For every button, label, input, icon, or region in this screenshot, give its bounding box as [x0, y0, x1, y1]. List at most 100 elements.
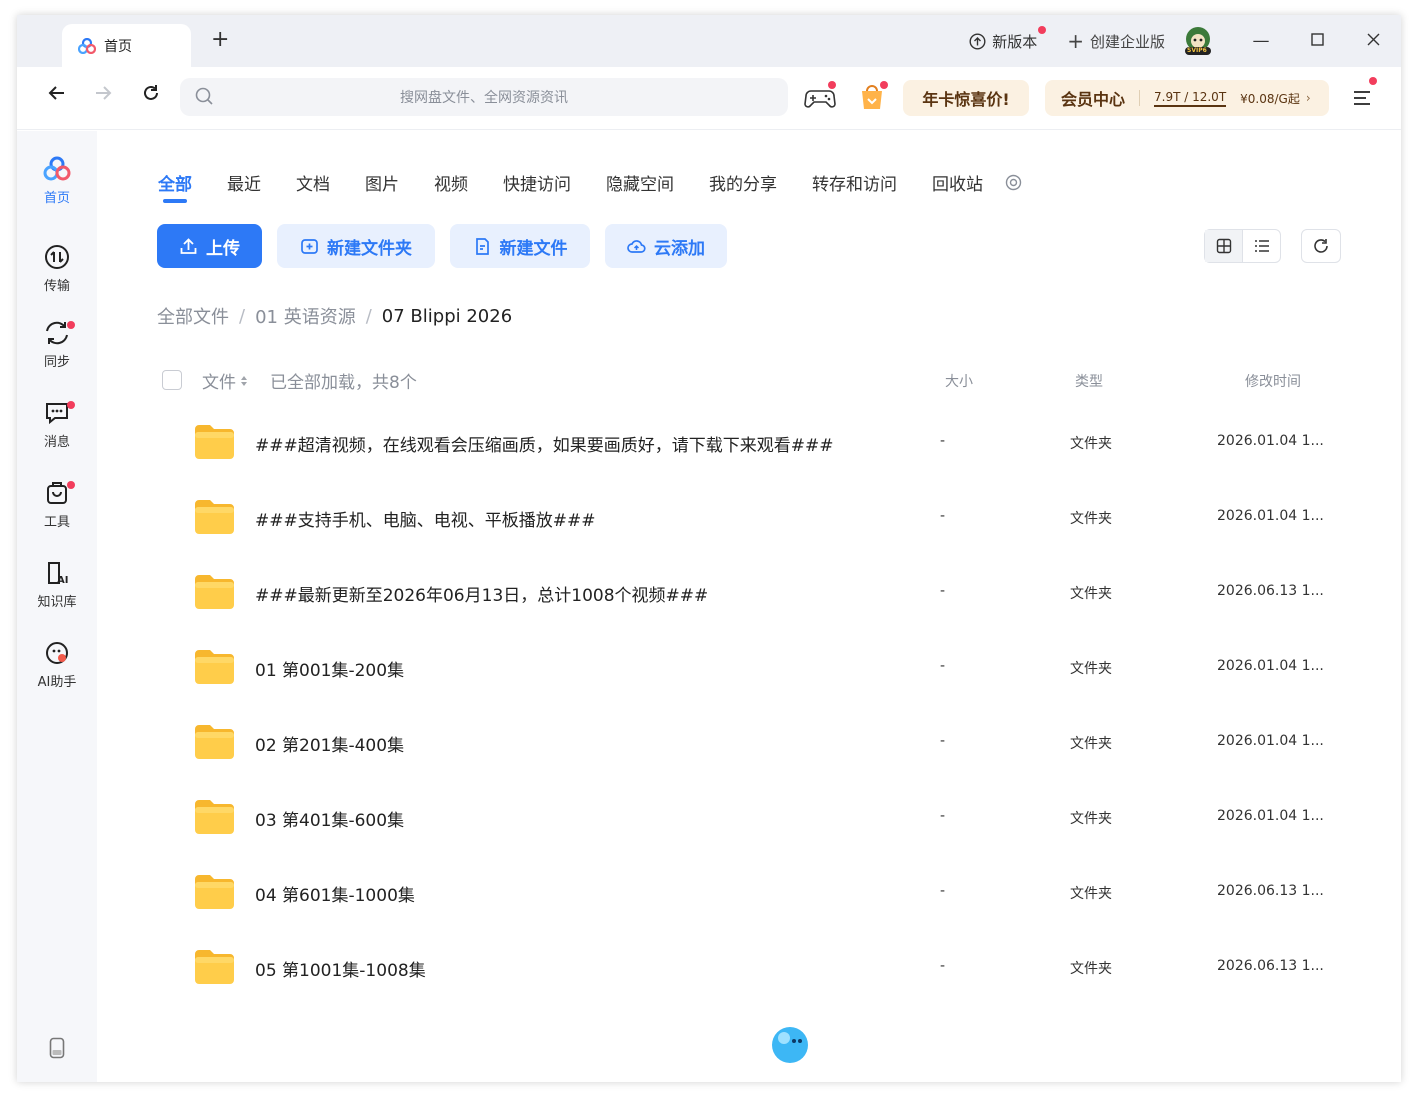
- file-row[interactable]: 02 第201集-400集 - 文件夹 2026.01.04 1...: [157, 723, 1341, 798]
- new-version-button[interactable]: 新版本: [969, 25, 1047, 52]
- tab-home[interactable]: 首页: [62, 24, 191, 67]
- tab-recycle-bin[interactable]: 回收站: [932, 170, 983, 195]
- file-row[interactable]: 04 第601集-1000集 - 文件夹 2026.06.13 1...: [157, 873, 1341, 948]
- file-name[interactable]: 02 第201集-400集: [255, 731, 404, 756]
- new-version-dot: [1038, 25, 1047, 34]
- refresh-icon: [1314, 239, 1328, 253]
- file-name[interactable]: 03 第401集-600集: [255, 806, 404, 831]
- tab-documents[interactable]: 文档: [296, 170, 330, 195]
- file-row[interactable]: ###支持手机、电脑、电视、平板播放### - 文件夹 2026.01.04 1...: [157, 498, 1341, 573]
- select-all-checkbox[interactable]: [162, 370, 182, 390]
- folder-icon: [195, 800, 234, 834]
- breadcrumb-root[interactable]: 全部文件: [157, 303, 229, 329]
- file-name[interactable]: 01 第001集-200集: [255, 656, 404, 681]
- file-modified-time: 2026.06.13 1...: [1217, 958, 1324, 974]
- back-button[interactable]: [47, 83, 67, 109]
- file-name[interactable]: 04 第601集-1000集: [255, 881, 415, 906]
- sidebar-item-knowledge-base[interactable]: AI 知识库: [17, 559, 97, 610]
- tab-all[interactable]: 全部: [158, 170, 192, 203]
- sidebar-item-ai-assistant[interactable]: AI助手: [17, 639, 97, 690]
- file-size: -: [940, 958, 946, 974]
- file-name[interactable]: ###超清视频，在线观看会压缩画质，如果要画质好，请下载下来观看###: [255, 431, 833, 456]
- folder-icon: [195, 950, 234, 984]
- file-type: 文件夹: [1070, 661, 1112, 677]
- folder-icon: [195, 875, 234, 909]
- folder-icon: [195, 725, 234, 759]
- file-name[interactable]: 05 第1001集-1008集: [255, 956, 426, 981]
- close-icon: [1367, 33, 1379, 46]
- breadcrumb-parent[interactable]: 01 英语资源: [255, 303, 356, 329]
- sidebar-item-home[interactable]: 首页: [17, 155, 97, 206]
- file-type: 文件夹: [1070, 511, 1112, 527]
- game-center-button[interactable]: [802, 79, 838, 115]
- mobile-device-icon[interactable]: [49, 1037, 65, 1059]
- tab-settings-icon[interactable]: [1005, 174, 1022, 191]
- file-row[interactable]: ###超清视频，在线观看会压缩画质，如果要画质好，请下载下来观看### - 文件夹 2…: [157, 423, 1341, 498]
- file-name[interactable]: ###最新更新至2026年06月13日，总计1008个视频###: [255, 581, 708, 606]
- upgrade-icon: [969, 32, 986, 50]
- gift-bag-dot: [880, 81, 888, 89]
- create-enterprise-button[interactable]: + 创建企业版: [1067, 29, 1165, 53]
- forward-button[interactable]: [93, 83, 113, 109]
- file-row[interactable]: ###最新更新至2026年06月13日，总计1008个视频### - 文件夹 2026…: [157, 573, 1341, 648]
- file-size: -: [940, 808, 946, 824]
- tab-videos[interactable]: 视频: [434, 170, 468, 195]
- tab-images[interactable]: 图片: [365, 170, 399, 195]
- maximize-button[interactable]: [1289, 31, 1345, 51]
- file-modified-time: 2026.01.04 1...: [1217, 808, 1324, 824]
- cloud-add-label: 云添加: [654, 238, 705, 259]
- cloud-upload-icon: [627, 239, 646, 253]
- upload-button[interactable]: 上传: [157, 224, 262, 268]
- new-folder-label: 新建文件夹: [327, 238, 412, 259]
- tab-transfers-visits[interactable]: 转存和访问: [812, 170, 897, 195]
- new-folder-button[interactable]: 新建文件夹: [277, 224, 435, 268]
- minimize-button[interactable]: —: [1233, 31, 1289, 51]
- file-name[interactable]: ###支持手机、电脑、电视、平板播放###: [255, 506, 595, 531]
- folder-icon: [195, 500, 234, 534]
- avatar[interactable]: SVIP6: [1183, 26, 1213, 56]
- file-modified-time: 2026.01.04 1...: [1217, 733, 1324, 749]
- sort-by-name-button[interactable]: 文件: [202, 368, 248, 393]
- search-placeholder: 搜网盘文件、全网资源资讯: [400, 90, 568, 106]
- tools-dot: [67, 481, 75, 489]
- grid-view-button[interactable]: [1205, 230, 1243, 262]
- tab-home-label: 首页: [104, 38, 132, 55]
- tab-hidden-space[interactable]: 隐藏空间: [606, 170, 674, 195]
- sidebar-item-messages[interactable]: 消息: [17, 399, 97, 450]
- svg-text:AI: AI: [57, 575, 68, 586]
- modified-column-header[interactable]: 修改时间: [1245, 371, 1301, 391]
- cloud-add-button[interactable]: 云添加: [605, 224, 727, 268]
- assistant-mascot-icon[interactable]: [759, 1013, 821, 1075]
- tab-recent[interactable]: 最近: [227, 170, 261, 195]
- sidebar-item-transfer[interactable]: 传输: [17, 243, 97, 294]
- tab-quick-access[interactable]: 快捷访问: [503, 170, 571, 195]
- file-type: 文件夹: [1070, 961, 1112, 977]
- cloud-logo-icon: [78, 37, 96, 54]
- main-menu-button[interactable]: [1351, 77, 1377, 109]
- file-size: -: [940, 733, 946, 749]
- file-row[interactable]: 05 第1001集-1008集 - 文件夹 2026.06.13 1...: [157, 948, 1341, 1023]
- search-bar[interactable]: 搜网盘文件、全网资源资讯: [180, 78, 788, 116]
- sidebar-item-sync[interactable]: 同步: [17, 319, 97, 370]
- close-button[interactable]: [1345, 31, 1401, 51]
- file-list-header: 文件 已全部加载，共8个 大小 类型 修改时间: [157, 364, 1341, 394]
- file-modified-time: 2026.06.13 1...: [1217, 583, 1324, 599]
- new-file-button[interactable]: 新建文件: [450, 224, 590, 268]
- file-row[interactable]: 01 第001集-200集 - 文件夹 2026.01.04 1...: [157, 648, 1341, 723]
- annual-promo-button[interactable]: 年卡惊喜价!: [903, 80, 1029, 116]
- file-row[interactable]: 03 第401集-600集 - 文件夹 2026.01.04 1...: [157, 798, 1341, 873]
- app-window: 首页 + 新版本 + 创建企业版 SVIP6 — 搜网盘文件、全网资源资讯 年卡…: [17, 15, 1401, 1082]
- tab-my-shares[interactable]: 我的分享: [709, 170, 777, 195]
- search-icon: [195, 87, 213, 105]
- gift-bag-button[interactable]: [854, 79, 890, 115]
- plus-icon: +: [1067, 29, 1084, 53]
- sidebar-item-label: 同步: [43, 355, 70, 370]
- list-view-button[interactable]: [1243, 230, 1280, 262]
- refresh-button[interactable]: [1301, 229, 1341, 263]
- title-bar: 首页 + 新版本 + 创建企业版 SVIP6 —: [17, 15, 1401, 67]
- knowledge-base-icon: AI: [48, 562, 68, 586]
- new-tab-button[interactable]: +: [211, 27, 229, 52]
- reload-button[interactable]: [141, 83, 161, 109]
- sidebar-item-tools[interactable]: 工具: [17, 479, 97, 530]
- vip-center-button[interactable]: 会员中心 7.9T / 12.0T ¥0.08/G起 ›: [1045, 80, 1329, 116]
